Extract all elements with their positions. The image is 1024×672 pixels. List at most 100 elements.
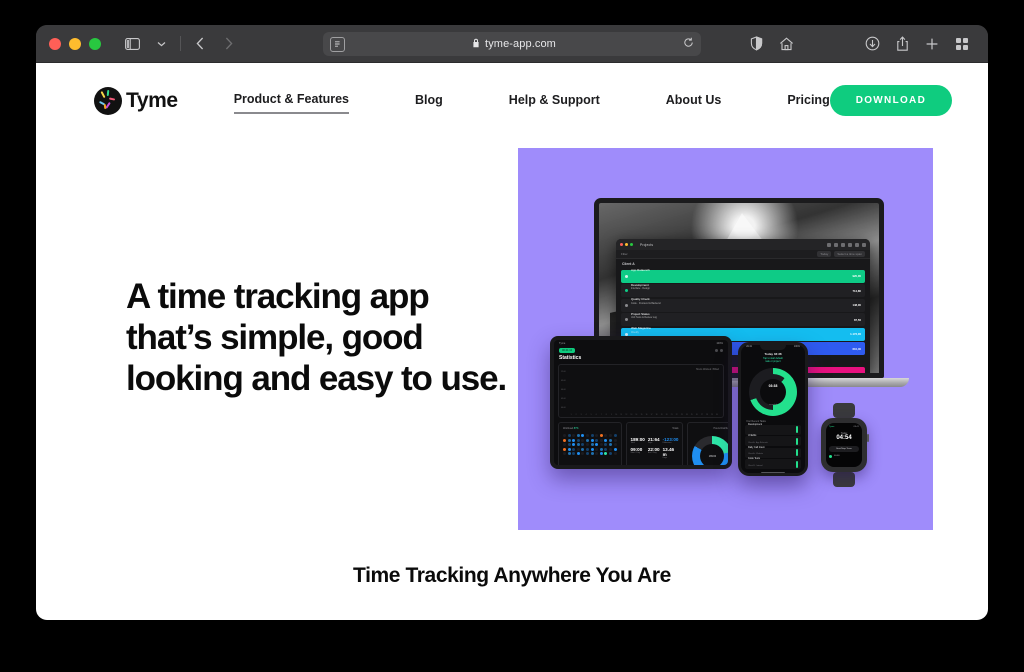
project-row[interactable]: Development Code · Frontend & Backend 71… (621, 283, 865, 305)
heatmap-cell (572, 452, 576, 456)
site-header: Tyme Product & Features Blog Help & Supp… (36, 63, 988, 116)
navigation-controls (119, 32, 242, 56)
home-icon[interactable] (773, 32, 799, 56)
address-bar[interactable]: tyme-app.com (323, 32, 701, 56)
heatmap-cell (613, 443, 617, 447)
main-navigation: Product & Features Blog Help & Support A… (233, 88, 830, 114)
project-name: Web Magazine (631, 326, 651, 330)
downloads-icon[interactable] (859, 32, 885, 56)
workload-title: Workload 87% (563, 427, 617, 430)
watch-crown[interactable] (866, 434, 869, 442)
forward-arrow-icon[interactable] (216, 32, 242, 56)
distribution-title: Hours Distribution (713, 427, 732, 430)
hero-section: A time tracking app that’s simple, good … (36, 148, 988, 530)
back-arrow-icon[interactable] (187, 32, 213, 56)
heatmap-cell (613, 452, 617, 456)
heatmap-cell (590, 438, 594, 442)
nav-item-help-support[interactable]: Help & Support (509, 89, 600, 113)
browser-window: tyme-app.com Tyme Product & Features Blo… (36, 25, 988, 620)
reload-icon[interactable] (683, 35, 694, 53)
heatmap-cell (595, 443, 599, 447)
app-timespan-controls: Today Select a time span (817, 251, 865, 257)
heatmap-cell (576, 438, 580, 442)
project-amount: 920,00 (852, 274, 861, 278)
download-button[interactable]: DOWNLOAD (829, 85, 953, 116)
sidebar-icon[interactable] (119, 32, 145, 56)
totals-kpis: 189:00 Total 21:64 Days -123:00 Difference … (631, 437, 679, 459)
donut-center-label: 189:00 (708, 454, 717, 458)
heatmap-cell (567, 452, 571, 456)
heatmap-cell (604, 452, 608, 456)
heatmap-cell (581, 434, 585, 437)
statistics-bar-chart: Hours Worked / Billed 12:00 09:00 06:00 03:… (558, 364, 724, 418)
phone-timer-value: 03:38 (768, 383, 778, 388)
heatmap-cell (585, 438, 589, 442)
close-window-button[interactable] (49, 37, 61, 50)
new-tab-icon[interactable] (919, 32, 945, 56)
kpi: 21:64 Days (648, 437, 660, 444)
heatmap-cell (563, 438, 566, 442)
kpi: 22:00 End / Day (648, 447, 660, 459)
project-amount: 336,00 (852, 372, 861, 374)
heatmap-cell (563, 434, 566, 437)
kpi: 09:00 Start / Day (631, 447, 645, 459)
maximize-window-button[interactable] (89, 37, 101, 50)
heatmap-cell (576, 447, 580, 451)
app-timespan-today[interactable]: Today (817, 251, 832, 257)
heatmap-cell (604, 443, 608, 447)
nav-item-blog[interactable]: Blog (415, 89, 443, 113)
nav-item-pricing[interactable]: Pricing (787, 89, 829, 113)
phone-timer-ring[interactable]: 03:38 recorded (749, 367, 797, 416)
privacy-shield-icon[interactable] (743, 32, 769, 56)
address-bar-left (330, 36, 345, 52)
address-bar-right (683, 35, 694, 53)
heatmap-cell (572, 443, 576, 447)
app-timespan-select[interactable]: Select a time span (834, 251, 865, 257)
heatmap-cell (572, 447, 576, 451)
watch-status-left: Tyme (829, 426, 835, 428)
tab-overview-icon[interactable] (949, 32, 975, 56)
tablet-header-icons (715, 349, 723, 352)
heatmap-cell (576, 452, 580, 456)
watch-band-bottom (833, 472, 855, 487)
tablet-lower-panels: Workload 87% Totals 189:00 Total 21:64 Day… (558, 422, 728, 465)
share-icon[interactable] (889, 32, 915, 56)
heatmap-cell (608, 443, 612, 447)
chart-x-axis: 1 2 3 4 5 6 7 8 9 10 11 12 13 14 15 16 17 18 19 20 21 22 23 24 2… (570, 415, 718, 416)
tablet-running-timer-badge[interactable]: 00:41:12 (559, 348, 576, 353)
chart-caption: Hours Worked / Billed (695, 368, 719, 371)
heatmap-cell (563, 447, 566, 451)
minimize-window-button[interactable] (69, 37, 81, 50)
project-amount: 1.172,00 (850, 332, 861, 336)
nav-item-about-us[interactable]: About Us (666, 89, 722, 113)
heatmap-cell (599, 443, 603, 447)
address-bar-url-area[interactable]: tyme-app.com (345, 38, 683, 51)
heatmap-cell (572, 434, 576, 437)
chevron-down-icon[interactable] (148, 32, 174, 56)
tablet-status-bar: Tyme 100% (554, 340, 728, 347)
heatmap-cell (585, 443, 589, 447)
heatmap-cell (567, 434, 571, 437)
heatmap-cell (595, 447, 599, 451)
watch-timer-button[interactable]: Start/Stop Timer (829, 445, 859, 452)
project-amount: 610,40 (852, 346, 861, 351)
watch-timer-row[interactable]: 00:00 (829, 454, 859, 458)
phone-task-item[interactable]: Code Tests Client A · Quality (745, 457, 801, 470)
heatmap-cell (563, 443, 566, 447)
project-row[interactable]: Project Status Weekly 87,50 (621, 312, 865, 334)
kpi-label: End / Day (647, 452, 657, 454)
reader-view-icon[interactable] (330, 36, 345, 52)
watch-status-right: 09:41 (853, 426, 859, 428)
totals-title: Totals (672, 427, 679, 430)
heatmap-cell (576, 443, 580, 447)
brand-name: Tyme (126, 88, 178, 112)
nav-item-product-features[interactable]: Product & Features (233, 88, 350, 114)
heatmap-cell (595, 452, 599, 456)
workload-calendar-panel: Workload 87% (558, 422, 622, 465)
kpi-label: Days (662, 457, 668, 459)
watch-row-label: 00:00 (834, 455, 840, 458)
heatmap-cell (608, 438, 612, 442)
heatmap-cell (567, 438, 571, 442)
brand-logo[interactable]: Tyme (94, 86, 178, 115)
heatmap-cell (599, 434, 603, 437)
